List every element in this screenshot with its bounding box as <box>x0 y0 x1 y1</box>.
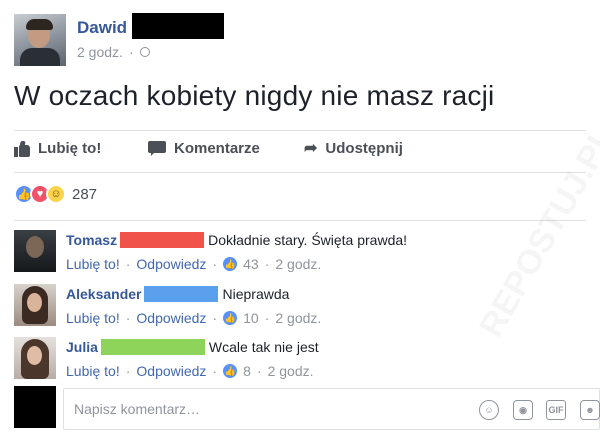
commenter-avatar[interactable] <box>14 284 56 326</box>
post-time[interactable]: 2 godz. <box>77 44 123 60</box>
comment-text: Dokładnie stary. Święta prawda! <box>208 232 408 248</box>
comment-like-link[interactable]: Lubię to! <box>66 363 120 379</box>
like-label: Lubię to! <box>38 140 102 157</box>
commenter-avatar[interactable] <box>14 337 56 379</box>
thumbs-up-icon <box>14 140 30 157</box>
separator-dot: · <box>128 44 134 60</box>
like-button[interactable]: Lubię to! <box>14 140 101 157</box>
divider <box>14 220 586 221</box>
comment-reply-link[interactable]: Odpowiedz <box>136 310 206 326</box>
comment-reply-link[interactable]: Odpowiedz <box>136 363 206 379</box>
comment-item: Tomasz Dokładnie stary. Święta prawda! L… <box>14 230 586 278</box>
comment-time[interactable]: 2 godz. <box>275 310 321 326</box>
commenter-name[interactable]: Tomasz <box>66 232 117 248</box>
comment-like-count[interactable]: 10 <box>243 310 259 326</box>
comment-like-link[interactable]: Lubię to! <box>66 256 120 272</box>
share-button[interactable]: ➦ Udostępnij <box>304 140 403 157</box>
camera-icon[interactable]: ◉ <box>513 400 533 420</box>
globe-icon <box>139 47 150 57</box>
author-name[interactable]: Dawid <box>77 18 127 38</box>
facebook-post: Dawid 2 godz. · W oczach kobiety nigdy n… <box>0 0 600 443</box>
comment-time[interactable]: 2 godz. <box>268 363 314 379</box>
like-count-icon: 👍 <box>223 257 238 271</box>
commenter-name[interactable]: Aleksander <box>66 286 141 302</box>
redacted-surname-block <box>132 13 224 39</box>
redacted-surname-block <box>120 232 205 248</box>
comment-text: Nieprawda <box>222 286 290 302</box>
share-arrow-icon: ➦ <box>304 139 318 157</box>
author-avatar[interactable] <box>14 14 66 66</box>
divider <box>14 130 586 131</box>
post-meta: 2 godz. · <box>77 44 150 60</box>
divider <box>14 172 586 173</box>
commenter-avatar[interactable] <box>14 230 56 272</box>
current-user-avatar <box>14 386 56 428</box>
comment-item: Julia Wcale tak nie jest Lubię to! · Odpo… <box>14 337 586 385</box>
reactions-summary[interactable]: 👍 ♥ ☺ 287 <box>14 184 97 204</box>
like-count-icon: 👍 <box>223 311 238 325</box>
like-count-icon: 👍 <box>223 364 238 378</box>
comment-like-link[interactable]: Lubię to! <box>66 310 120 326</box>
gif-icon[interactable]: GIF <box>546 400 566 420</box>
comment-text: Wcale tak nie jest <box>208 339 319 355</box>
redacted-surname-block <box>144 286 219 302</box>
comment-input[interactable]: Napisz komentarz… ☺ ◉ GIF ☻ <box>63 388 600 430</box>
comment-bubble-icon <box>148 141 166 156</box>
comment-like-count[interactable]: 8 <box>243 363 251 379</box>
comment-label: Komentarze <box>174 140 260 157</box>
reaction-count: 287 <box>72 185 98 203</box>
action-bar: Lubię to! Komentarze ➦ Udostępnij <box>14 140 586 164</box>
post-text: W oczach kobiety nigdy nie masz racji <box>14 80 495 111</box>
comment-like-count[interactable]: 43 <box>243 256 259 272</box>
comment-time[interactable]: 2 godz. <box>275 256 321 272</box>
comment-reply-link[interactable]: Odpowiedz <box>136 256 206 272</box>
commenter-name[interactable]: Julia <box>66 339 98 355</box>
share-label: Udostępnij <box>325 140 403 157</box>
redacted-surname-block <box>100 339 205 355</box>
comment-item: Aleksander Nieprawda Lubię to! · Odpowied… <box>14 284 586 332</box>
emoji-icon[interactable]: ☺ <box>479 400 499 420</box>
comment-input-placeholder: Napisz komentarz… <box>74 401 201 417</box>
sticker-icon[interactable]: ☻ <box>580 400 600 420</box>
haha-reaction-icon: ☺ <box>46 184 66 204</box>
comment-button[interactable]: Komentarze <box>148 140 260 157</box>
